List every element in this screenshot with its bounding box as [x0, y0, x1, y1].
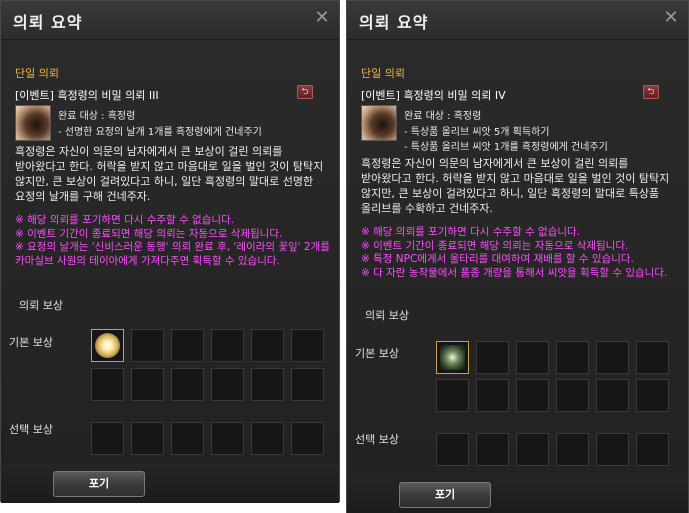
reward-heading: 의뢰 보상: [19, 299, 63, 312]
warning-list: ※ 해당 의뢰를 포기하면 다시 수주할 수 없습니다. ※ 이벤트 기간이 종…: [15, 214, 331, 268]
close-icon[interactable]: ✕: [662, 9, 680, 27]
reward-slot[interactable]: [91, 368, 124, 401]
reward-slot[interactable]: [596, 379, 629, 412]
select-reward-label: 선택 보상: [9, 423, 53, 436]
reward-slot[interactable]: [596, 341, 629, 374]
reward-heading: 의뢰 보상: [365, 309, 409, 322]
completion-target: 완료 대상 : 흑정령: [58, 111, 136, 122]
warning-list: ※ 해당 의뢰를 포기하면 다시 수주할 수 없습니다. ※ 이벤트 기간이 종…: [361, 226, 677, 280]
reward-slot[interactable]: [596, 433, 629, 466]
objective-item: - 특상품 올리브 씨앗 1개를 흑정령에게 건네주기: [404, 142, 608, 153]
warning-item: ※ 이벤트 기간이 종료되면 해당 의뢰는 자동으로 삭제됩니다.: [361, 239, 629, 252]
warning-item: ※ 다 자란 농작물에서 품종 개량을 통해서 씨앗을 획득할 수 있습니다.: [361, 266, 668, 279]
quest-description: 흑정령은 자신이 의문의 남자에게서 큰 보상이 걸린 의뢰를 받아왔다고 한다…: [361, 157, 670, 215]
objective-item: - 선명한 요정의 날개 1개를 흑정령에게 건네주기: [58, 127, 262, 138]
abandon-quest-button[interactable]: 포기: [399, 482, 491, 508]
quest-category: 단일 의뢰: [361, 67, 405, 80]
reward-slot[interactable]: [251, 368, 284, 401]
quest-description: 흑정령은 자신이 의문의 남자에게서 큰 보상이 걸린 의뢰를 받아왔다고 한다…: [15, 145, 324, 203]
reward-slot[interactable]: [436, 379, 469, 412]
reward-slot[interactable]: [171, 368, 204, 401]
select-reward-label: 선택 보상: [355, 433, 399, 446]
quest-summary-panel-left: 의뢰 요약 ✕ 단일 의뢰 [이벤트] 흑정령의 비밀 의뢰 III ⮌ 완료 …: [0, 0, 340, 503]
warning-item: ※ 특정 NPC에게서 울타리를 대여하여 재배를 할 수 있습니다.: [361, 253, 634, 265]
olive-seed-icon: [440, 345, 465, 370]
warning-item: ※ 이벤트 기간이 종료되면 해당 의뢰는 자동으로 삭제됩니다.: [15, 227, 283, 240]
warning-item: ※ 해당 의뢰를 포기하면 다시 수주할 수 없습니다.: [15, 214, 235, 226]
close-icon[interactable]: ✕: [313, 9, 331, 27]
footer-bar: [1, 463, 339, 503]
reward-slot[interactable]: [91, 422, 124, 455]
return-arrow-icon[interactable]: ⮌: [643, 85, 659, 99]
basic-reward-label: 기본 보상: [9, 336, 53, 349]
reward-slot[interactable]: [211, 422, 244, 455]
reward-slot[interactable]: [516, 379, 549, 412]
basic-reward-label: 기본 보상: [355, 347, 399, 360]
reward-slot[interactable]: [251, 329, 284, 362]
quest-title: [이벤트] 흑정령의 비밀 의뢰 III: [15, 89, 159, 102]
reward-slot[interactable]: [171, 422, 204, 455]
warning-item: ※ 요정의 날개는 '신비스러운 동행' 의뢰 완료 후, '레이라의 꽃잎' …: [15, 241, 330, 267]
reward-slot[interactable]: [436, 433, 469, 466]
reward-slot[interactable]: [211, 368, 244, 401]
reward-slot[interactable]: [476, 379, 509, 412]
abandon-quest-button[interactable]: 포기: [53, 471, 145, 497]
reward-slot[interactable]: [131, 329, 164, 362]
reward-slot[interactable]: [291, 368, 324, 401]
npc-portrait: [15, 105, 51, 141]
window-title: 의뢰 요약: [13, 13, 83, 32]
reward-slot[interactable]: [636, 433, 669, 466]
reward-slot[interactable]: [91, 329, 124, 362]
reward-slot[interactable]: [636, 379, 669, 412]
quest-title: [이벤트] 흑정령의 비밀 의뢰 IV: [361, 89, 506, 102]
reward-slot[interactable]: [291, 329, 324, 362]
return-arrow-icon[interactable]: ⮌: [297, 85, 313, 99]
objective-item: - 특상품 올리브 씨앗 5개 획득하기: [404, 127, 550, 138]
reward-slot[interactable]: [131, 368, 164, 401]
quest-summary-panel-right: 의뢰 요약 ✕ 단일 의뢰 [이벤트] 흑정령의 비밀 의뢰 IV ⮌ 완료 대…: [346, 0, 689, 513]
reward-slot[interactable]: [556, 341, 589, 374]
reward-slot[interactable]: [476, 433, 509, 466]
reward-slot[interactable]: [291, 422, 324, 455]
window-title: 의뢰 요약: [359, 13, 429, 32]
reward-slot[interactable]: [436, 341, 469, 374]
completion-target: 완료 대상 : 흑정령: [404, 111, 482, 122]
reward-slot[interactable]: [131, 422, 164, 455]
reward-slot[interactable]: [516, 433, 549, 466]
reward-slot[interactable]: [211, 329, 244, 362]
reward-slot[interactable]: [251, 422, 284, 455]
glowing-orb-icon: [95, 333, 120, 358]
reward-slot[interactable]: [476, 341, 509, 374]
title-bar[interactable]: 의뢰 요약 ✕: [347, 1, 688, 40]
reward-slot[interactable]: [556, 379, 589, 412]
reward-slot[interactable]: [516, 341, 549, 374]
reward-slot[interactable]: [171, 329, 204, 362]
warning-item: ※ 해당 의뢰를 포기하면 다시 수주할 수 없습니다.: [361, 226, 581, 238]
npc-portrait: [361, 105, 397, 141]
reward-slot[interactable]: [556, 433, 589, 466]
title-bar[interactable]: 의뢰 요약 ✕: [1, 1, 339, 40]
reward-slot[interactable]: [636, 341, 669, 374]
quest-category: 단일 의뢰: [15, 67, 59, 80]
